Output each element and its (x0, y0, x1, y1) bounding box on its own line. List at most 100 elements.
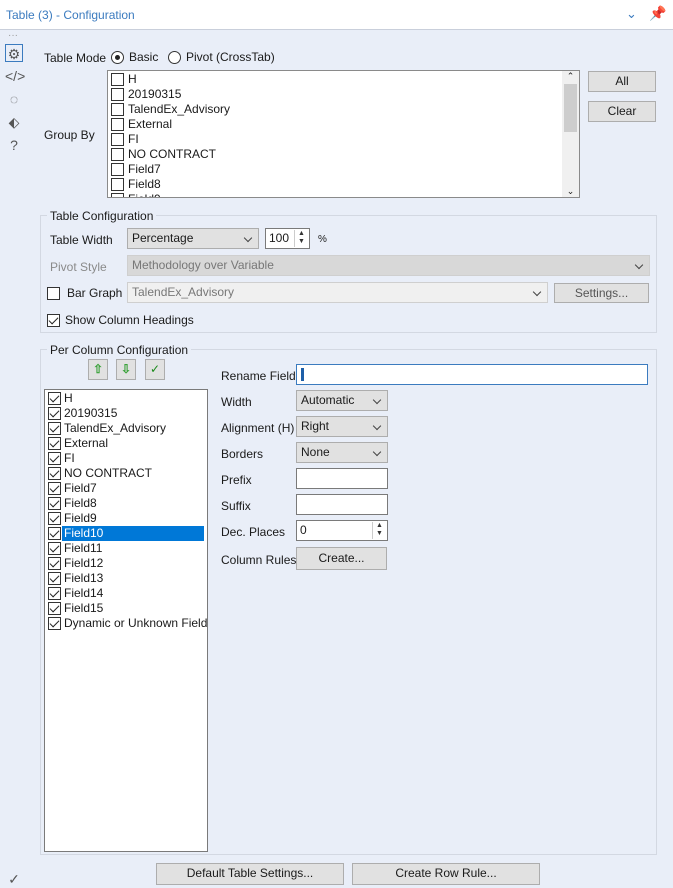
checkbox[interactable] (111, 193, 124, 197)
checkbox[interactable] (111, 73, 124, 87)
checkbox[interactable] (111, 118, 124, 132)
pivot-style-label: Pivot Style (50, 260, 107, 274)
annotation-icon[interactable]: ◌ (5, 90, 23, 108)
column-item[interactable]: Field11 (45, 541, 207, 556)
group-by-item[interactable]: H (108, 72, 579, 87)
arrow-up-icon: ⇧ (92, 362, 104, 376)
checkbox[interactable] (111, 88, 124, 102)
checkbox[interactable] (48, 557, 61, 571)
group-by-item[interactable]: NO CONTRACT (108, 147, 579, 162)
move-up-button[interactable]: ⇧ (88, 359, 108, 380)
checkbox[interactable] (48, 497, 61, 511)
create-row-rule-button[interactable]: Create Row Rule... (352, 863, 540, 885)
spinner[interactable]: ▲ ▼ (372, 522, 386, 539)
clear-button[interactable]: Clear (588, 101, 656, 122)
column-item[interactable]: Field15 (45, 601, 207, 616)
code-icon[interactable]: </> (5, 67, 25, 85)
checkbox[interactable] (111, 148, 124, 162)
width-select[interactable]: Automatic (296, 390, 388, 411)
column-item[interactable]: Field14 (45, 586, 207, 601)
tag-icon[interactable]: ⬖ (5, 113, 23, 131)
checkbox[interactable] (48, 422, 61, 436)
move-down-button[interactable]: ⇩ (116, 359, 136, 380)
column-item[interactable]: NO CONTRACT (45, 466, 207, 481)
column-item[interactable]: Field10 (45, 526, 207, 541)
title-bar: Table (3) - Configuration ⌄ 📌 (0, 0, 673, 30)
prefix-input[interactable] (296, 468, 388, 489)
group-by-item[interactable]: Field9 (108, 192, 579, 197)
column-item[interactable]: TalendEx_Advisory (45, 421, 207, 436)
more-icon[interactable]: ··· (8, 30, 18, 41)
chevron-down-icon[interactable]: ⌄ (626, 6, 637, 22)
radio-pivot[interactable]: Pivot (CrossTab) (168, 50, 275, 65)
check-all-button[interactable]: ✓ (145, 359, 165, 380)
checkbox[interactable] (48, 542, 61, 556)
checkbox[interactable] (111, 178, 124, 192)
checkbox[interactable] (111, 163, 124, 177)
checkbox[interactable] (48, 587, 61, 601)
alignment-label: Alignment (H) (221, 421, 295, 435)
checkbox[interactable] (48, 467, 61, 481)
all-button[interactable]: All (588, 71, 656, 92)
bar-graph-checkbox[interactable]: Bar Graph (47, 286, 122, 301)
group-by-item[interactable]: TalendEx_Advisory (108, 102, 579, 117)
checkbox[interactable] (48, 572, 61, 586)
table-width-select[interactable]: Percentage (127, 228, 259, 249)
default-table-settings-button[interactable]: Default Table Settings... (156, 863, 344, 885)
spinner[interactable]: ▲ ▼ (294, 230, 308, 247)
window-title: Table (3) - Configuration (6, 8, 135, 22)
checkbox[interactable] (48, 437, 61, 451)
checkbox[interactable] (48, 617, 61, 631)
check-circle-icon: ✓ (8, 871, 20, 887)
dec-places-label: Dec. Places (221, 525, 286, 539)
checkbox[interactable] (48, 392, 61, 406)
suffix-input[interactable] (296, 494, 388, 515)
width-label: Width (221, 395, 252, 409)
column-item[interactable]: 20190315 (45, 406, 207, 421)
column-item[interactable]: Field9 (45, 511, 207, 526)
column-item[interactable]: Field13 (45, 571, 207, 586)
group-by-item[interactable]: External (108, 117, 579, 132)
checkbox[interactable] (48, 407, 61, 421)
column-item[interactable]: Dynamic or Unknown Fields (45, 616, 207, 631)
table-width-input[interactable]: 100 ▲ ▼ (265, 228, 310, 249)
group-by-label: Group By (44, 128, 95, 142)
checkbox[interactable] (48, 452, 61, 466)
scrollbar[interactable]: ⌃ ⌄ (562, 71, 579, 197)
checkbox[interactable] (48, 482, 61, 496)
pivot-style-select[interactable]: Methodology over Variable (127, 255, 650, 276)
dec-places-input[interactable]: 0 ▲ ▼ (296, 520, 388, 541)
settings-button[interactable]: Settings... (554, 283, 649, 303)
pin-icon[interactable]: 📌 (649, 5, 666, 22)
column-item[interactable]: Field7 (45, 481, 207, 496)
column-item[interactable]: FI (45, 451, 207, 466)
alignment-select[interactable]: Right (296, 416, 388, 437)
percent-unit: % (318, 234, 327, 245)
group-by-list[interactable]: H 20190315 TalendEx_Advisory External FI NO C… (107, 70, 580, 198)
checkbox[interactable] (111, 103, 124, 117)
radio-basic[interactable]: Basic (111, 50, 158, 65)
group-by-item[interactable]: FI (108, 132, 579, 147)
checkbox[interactable] (48, 602, 61, 616)
group-by-item[interactable]: Field8 (108, 177, 579, 192)
rename-field-input[interactable] (296, 364, 648, 385)
gear-icon[interactable]: ⚙ (5, 44, 23, 62)
checkbox[interactable] (111, 133, 124, 147)
checkbox[interactable] (48, 527, 61, 541)
column-item[interactable]: External (45, 436, 207, 451)
column-item[interactable]: H (45, 391, 207, 406)
group-by-item[interactable]: Field7 (108, 162, 579, 177)
borders-select[interactable]: None (296, 442, 388, 463)
show-column-headings-checkbox[interactable]: Show Column Headings (47, 313, 194, 328)
group-title: Per Column Configuration (47, 343, 192, 357)
column-item[interactable]: Field12 (45, 556, 207, 571)
checkbox[interactable] (48, 512, 61, 526)
help-icon[interactable]: ? (5, 136, 23, 154)
rename-field-label: Rename Field (221, 369, 296, 383)
column-rules-label: Column Rules (221, 553, 297, 567)
create-column-rule-button[interactable]: Create... (296, 547, 387, 570)
bar-graph-field-select[interactable]: TalendEx_Advisory (127, 282, 548, 303)
column-item[interactable]: Field8 (45, 496, 207, 511)
group-by-item[interactable]: 20190315 (108, 87, 579, 102)
column-list[interactable]: H 20190315 TalendEx_Advisory External FI NO C… (44, 389, 208, 852)
